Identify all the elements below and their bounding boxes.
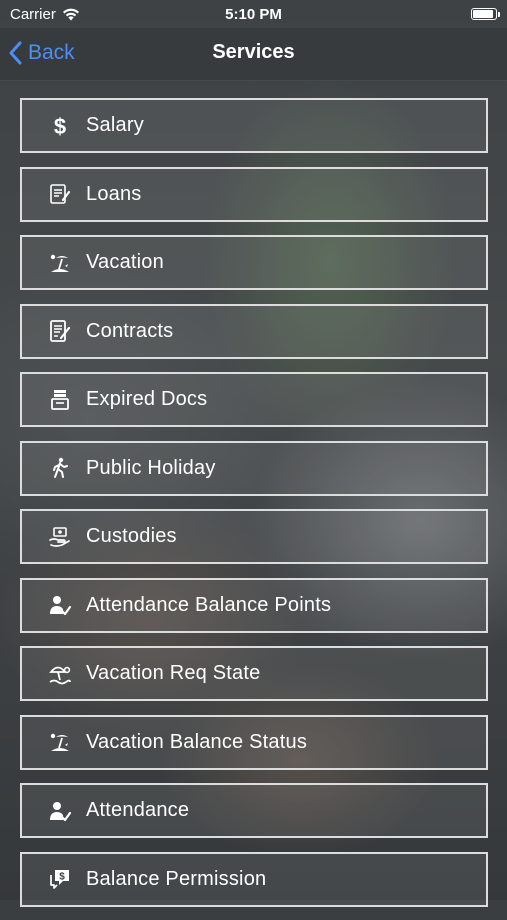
service-item-salary[interactable]: $ Salary: [20, 98, 488, 153]
navigation-bar: Back Services: [0, 28, 507, 81]
user-check-icon: [48, 799, 72, 823]
service-item-balance-permission[interactable]: $ Balance Permission: [20, 851, 488, 907]
service-item-label: Attendance: [86, 799, 190, 821]
document-stack-icon: [48, 388, 72, 412]
svg-text:$: $: [54, 114, 66, 138]
service-item-label: Contracts: [86, 319, 174, 342]
service-item-label: Salary: [86, 114, 144, 136]
beach-icon: [50, 733, 69, 751]
service-item-label: Loans: [86, 182, 142, 205]
dollar-icon: $: [48, 114, 72, 138]
user-check-icon: [48, 593, 72, 617]
service-item-vacation[interactable]: Vacation: [20, 235, 488, 290]
service-item-label: Vacation Req State: [86, 662, 261, 684]
contract-icon: [50, 320, 71, 342]
service-item-label: Vacation: [86, 251, 164, 273]
service-item-contracts[interactable]: Contracts: [20, 303, 488, 359]
beach-icon: [48, 251, 72, 275]
beach-umbrella-icon: [48, 662, 72, 686]
service-item-label: Custodies: [86, 525, 177, 547]
service-item-label: Attendance Balance Points: [86, 593, 332, 616]
page-title: Services: [212, 41, 295, 63]
service-item-label: Balance Permission: [86, 867, 267, 890]
service-item-label: Expired Docs: [86, 388, 208, 410]
status-bar: Carrier 5:10 PM: [0, 0, 507, 28]
user-check-icon: [50, 596, 72, 616]
service-item-attendance-balance-points[interactable]: Attendance Balance Points: [20, 577, 488, 633]
service-item-label: Public Holiday: [86, 456, 216, 479]
dollar-icon: $: [54, 114, 66, 138]
loan-document-icon: [48, 182, 72, 206]
contract-icon: [48, 319, 72, 343]
service-item-vacation-balance-status[interactable]: Vacation Balance Status: [20, 714, 488, 770]
service-item-public-holiday[interactable]: Public Holiday: [20, 440, 488, 496]
service-item-attendance[interactable]: Attendance: [20, 783, 488, 838]
handover-icon: [49, 526, 70, 547]
wifi-icon: [62, 8, 79, 20]
money-chat-icon: $: [50, 870, 69, 889]
service-item-custodies[interactable]: Custodies: [20, 509, 488, 564]
walking-person-icon: [48, 456, 72, 480]
money-chat-icon: $: [48, 867, 72, 891]
service-item-expired-docs[interactable]: Expired Docs: [20, 372, 488, 427]
handover-icon: [48, 525, 72, 549]
svg-text:$: $: [59, 872, 65, 883]
user-check-icon: [50, 801, 72, 821]
beach-icon: [50, 254, 69, 272]
loan-document-icon: [50, 184, 71, 204]
walking-person-icon: [53, 457, 68, 478]
battery-icon: [471, 8, 500, 20]
services-list: $ Salary Loans Vacation Contracts Expired Doc…: [20, 98, 488, 920]
service-item-vacation-req-state[interactable]: Vacation Req State: [20, 646, 488, 701]
carrier-label: Carrier: [10, 5, 56, 23]
service-item-label: Vacation Balance Status: [86, 730, 308, 753]
beach-icon: [48, 730, 72, 754]
document-stack-icon: [51, 389, 69, 410]
service-item-loans[interactable]: Loans: [20, 166, 488, 222]
beach-umbrella-icon: [49, 666, 71, 684]
